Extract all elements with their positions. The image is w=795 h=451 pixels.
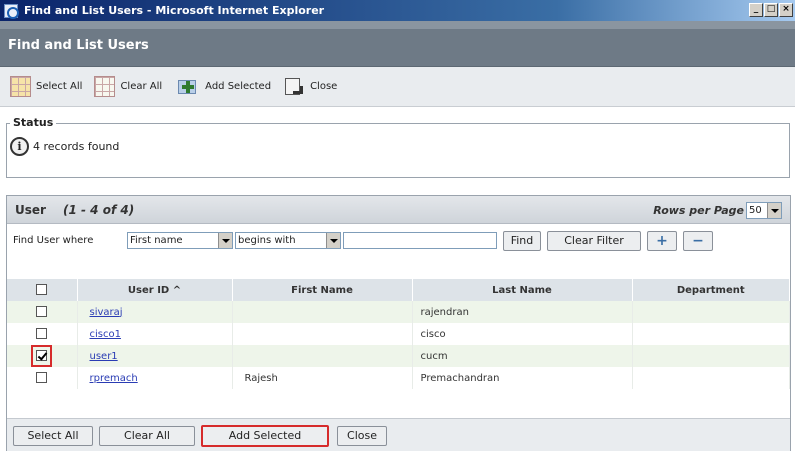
user-id-link[interactable]: rpremach (90, 373, 138, 384)
window-controls: _ □ × (749, 3, 793, 17)
user-id-link[interactable]: cisco1 (90, 329, 121, 340)
clear-filter-button[interactable]: Clear Filter (547, 231, 641, 251)
find-button[interactable]: Find (503, 231, 541, 251)
table-row: cisco1 cisco (7, 323, 790, 345)
remove-criteria-button[interactable]: − (683, 231, 713, 251)
first-name-cell (232, 345, 413, 367)
minus-icon: − (692, 233, 704, 249)
user-id-link[interactable]: user1 (90, 351, 118, 362)
plus-icon: + (656, 233, 668, 249)
select-all-checkbox-header[interactable] (7, 279, 78, 301)
close-button[interactable]: Close (337, 426, 387, 446)
select-all-grid-icon (10, 76, 31, 97)
find-operator-select[interactable]: begins with (235, 232, 341, 249)
find-field-select[interactable]: First name (127, 232, 233, 249)
add-selected-button[interactable]: Add Selected (201, 425, 329, 447)
department-cell (632, 367, 790, 389)
close-document-icon (283, 76, 305, 97)
column-header-department[interactable]: Department (632, 279, 790, 301)
info-icon: i (10, 137, 29, 156)
toolbar: Select All Clear All Add Selected Close (0, 67, 795, 107)
first-name-cell (232, 323, 413, 345)
find-operator-value: begins with (238, 235, 296, 246)
department-cell (632, 323, 790, 345)
column-header-first-name[interactable]: First Name (232, 279, 413, 301)
clear-all-grid-icon (94, 76, 116, 97)
toolbar-select-all-label: Select All (36, 81, 83, 92)
toolbar-select-all-button[interactable]: Select All (10, 76, 82, 97)
window-title: Find and List Users - Microsoft Internet… (24, 4, 325, 17)
user-panel: User (1 - 4 of 4) Rows per Page 50 Find … (6, 195, 791, 451)
row-checkbox[interactable] (36, 350, 48, 362)
close-window-icon[interactable]: × (779, 3, 793, 17)
user-id-link[interactable]: sivaraj (90, 307, 123, 318)
status-fieldset (6, 123, 790, 178)
chevron-down-icon (767, 203, 781, 218)
user-panel-title: User (15, 203, 46, 217)
page-header: Find and List Users (0, 21, 795, 67)
toolbar-add-selected-button[interactable]: Add Selected (174, 76, 271, 97)
search-input[interactable] (343, 232, 497, 249)
first-name-cell (232, 301, 413, 323)
status-legend: Status (10, 116, 57, 129)
department-cell (632, 345, 790, 367)
select-all-button[interactable]: Select All (13, 426, 93, 446)
row-checkbox-highlight (31, 345, 53, 367)
last-name-cell: Premachandran (412, 367, 633, 389)
toolbar-clear-all-label: Clear All (120, 81, 163, 92)
maximize-icon[interactable]: □ (764, 3, 778, 17)
find-label: Find User where (13, 235, 94, 246)
window-title-bar: Find and List Users - Microsoft Internet… (0, 0, 795, 21)
toolbar-clear-all-button[interactable]: Clear All (94, 76, 162, 97)
find-field-value: First name (130, 235, 183, 246)
user-panel-header: User (1 - 4 of 4) Rows per Page 50 (7, 196, 790, 224)
page-title: Find and List Users (8, 38, 149, 53)
status-section: Status i 4 records found (0, 107, 795, 187)
rows-per-page-label: Rows per Page (653, 204, 744, 217)
table-row: sivaraj rajendran (7, 301, 790, 323)
rows-per-page-select[interactable]: 50 (746, 202, 782, 219)
row-checkbox[interactable] (36, 372, 48, 384)
internet-explorer-icon (4, 3, 19, 19)
chevron-down-icon (326, 233, 340, 248)
add-selected-icon (174, 76, 200, 97)
record-range: (1 - 4 of 4) (63, 203, 135, 217)
toolbar-close-button[interactable]: Close (283, 76, 337, 97)
table-row: rpremach Rajesh Premachandran (7, 367, 790, 389)
find-row: Find User where First name begins with F… (7, 226, 790, 258)
table-header-row: User ID ^ First Name Last Name Departmen… (7, 279, 790, 301)
column-header-user-id[interactable]: User ID ^ (77, 279, 233, 301)
add-criteria-button[interactable]: + (647, 231, 677, 251)
status-message: 4 records found (33, 140, 120, 153)
last-name-cell: cucm (412, 345, 633, 367)
department-cell (632, 301, 790, 323)
header-checkbox[interactable] (36, 284, 48, 296)
table-row: user1 cucm (7, 345, 790, 367)
toolbar-close-label: Close (310, 81, 338, 92)
status-message-row: i 4 records found (10, 137, 119, 156)
last-name-cell: rajendran (412, 301, 633, 323)
toolbar-add-selected-label: Add Selected (205, 81, 272, 92)
rows-per-page-value: 50 (749, 205, 762, 216)
minimize-icon[interactable]: _ (749, 3, 763, 17)
column-header-last-name[interactable]: Last Name (412, 279, 633, 301)
clear-all-button[interactable]: Clear All (99, 426, 195, 446)
row-checkbox[interactable] (36, 306, 48, 318)
users-table: User ID ^ First Name Last Name Departmen… (7, 279, 790, 389)
first-name-cell: Rajesh (232, 367, 413, 389)
footer-button-bar: Select All Clear All Add Selected Close (7, 418, 790, 451)
last-name-cell: cisco (412, 323, 633, 345)
chevron-down-icon (218, 233, 232, 248)
row-checkbox[interactable] (36, 328, 48, 340)
